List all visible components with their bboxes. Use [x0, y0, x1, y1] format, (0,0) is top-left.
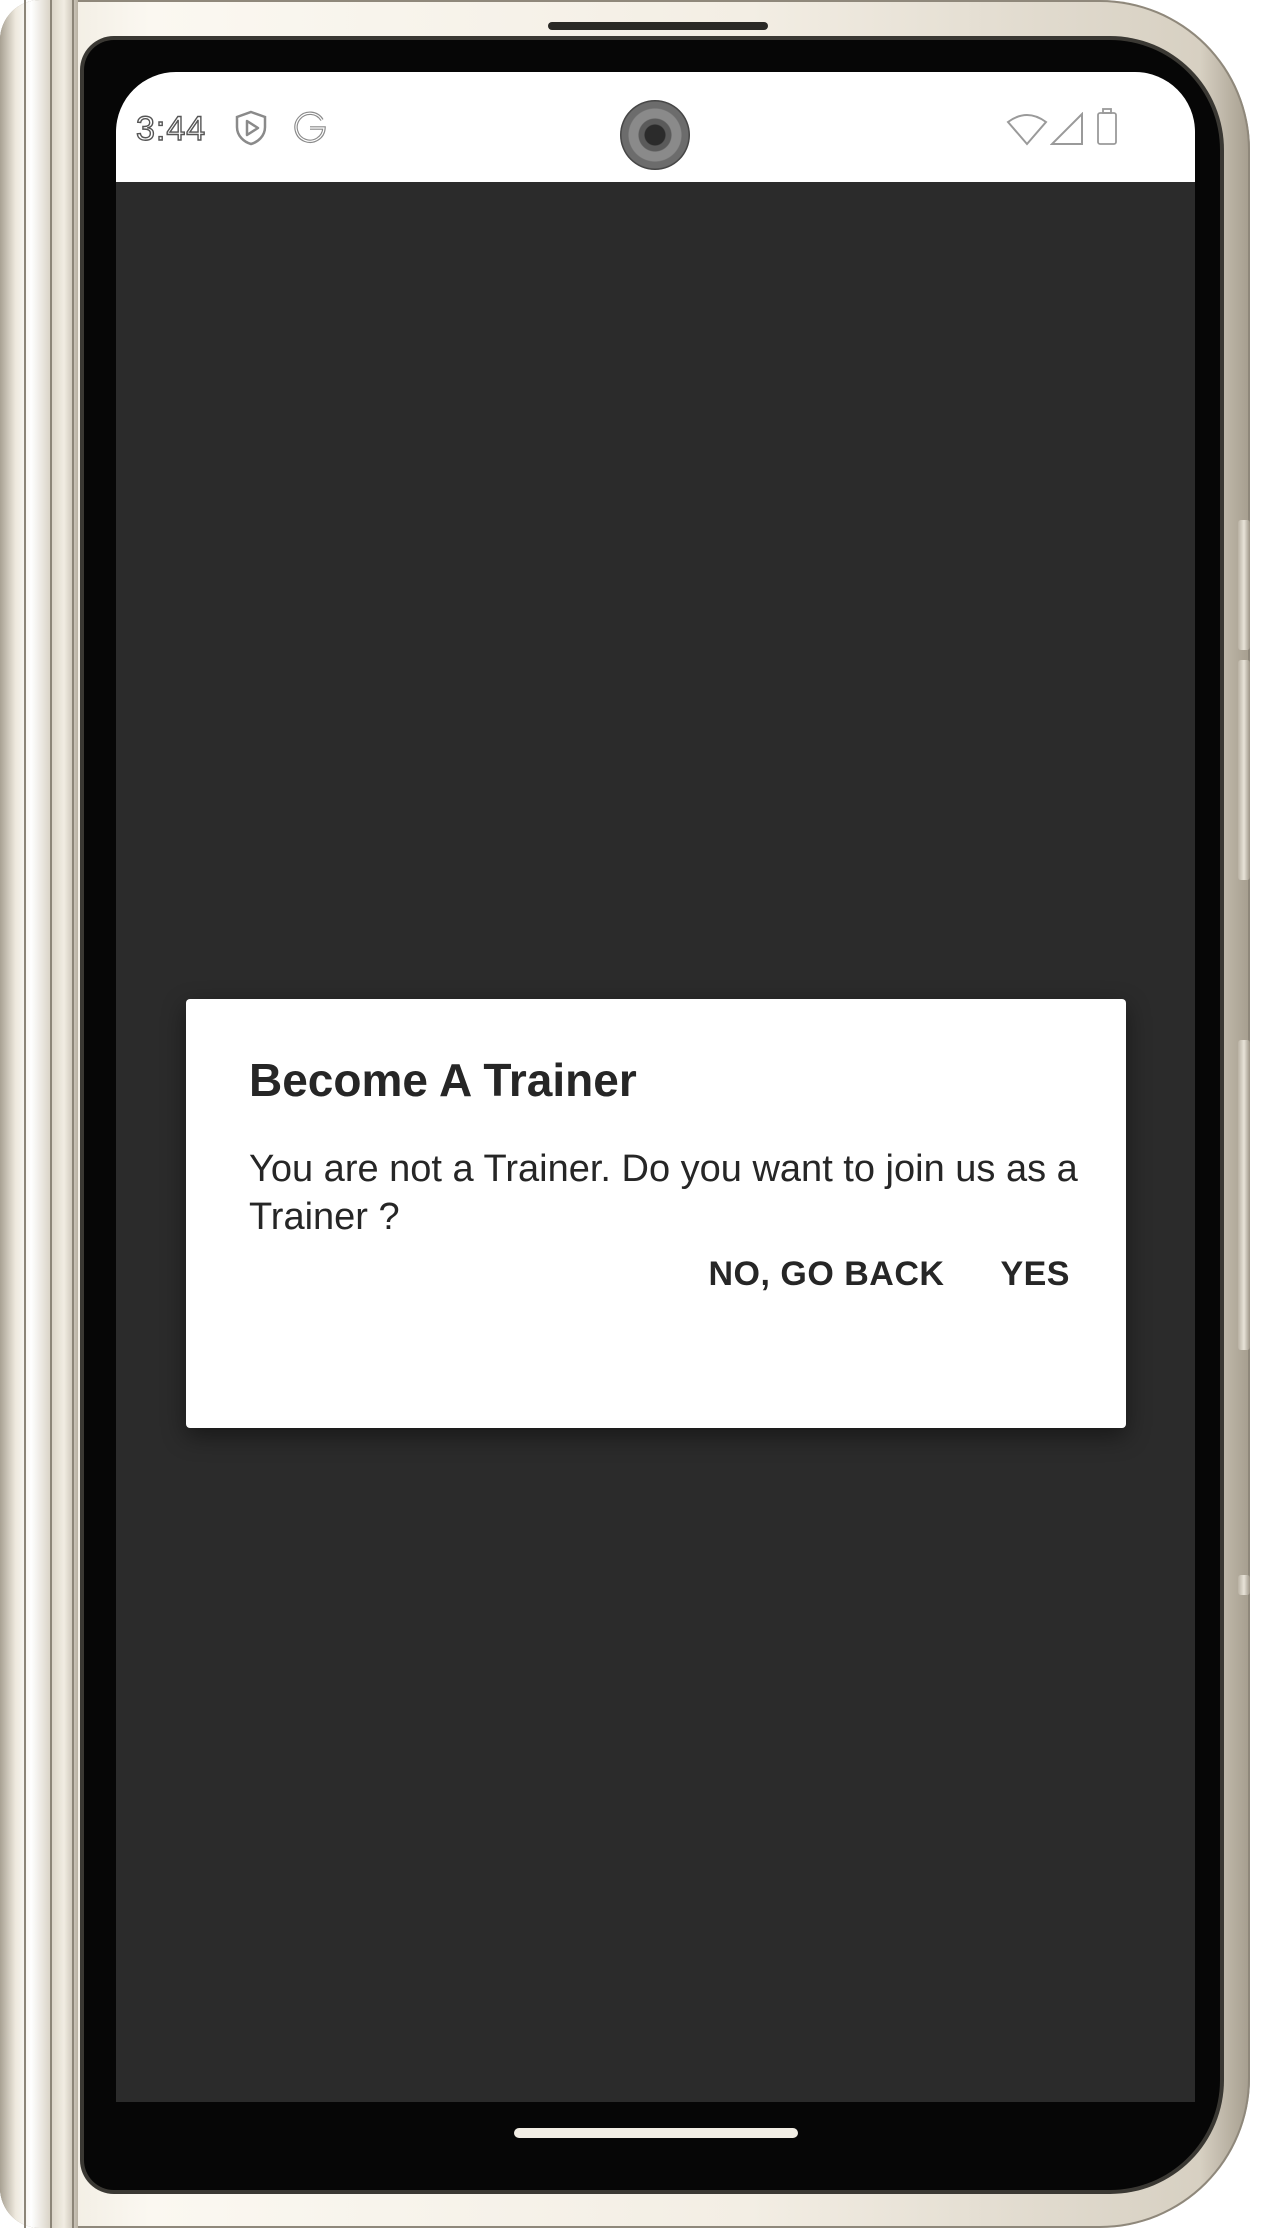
google-icon	[292, 110, 328, 151]
gesture-nav-handle[interactable]	[514, 2128, 798, 2138]
volume-rocker	[1238, 660, 1250, 880]
battery-icon	[1096, 108, 1118, 151]
no-go-back-button[interactable]: NO, GO BACK	[693, 1231, 961, 1318]
hinge-line	[50, 0, 52, 2228]
status-bar: 3:44	[116, 72, 1195, 182]
status-time: 3:44	[135, 109, 207, 148]
hinge-line	[24, 0, 26, 2228]
side-button-notch	[1238, 1575, 1250, 1595]
dialog-title: Become A Trainer	[249, 1054, 637, 1106]
wifi-icon	[1006, 112, 1048, 151]
app-content-area: Become A Trainer You are not a Trainer. …	[116, 182, 1195, 2102]
yes-button[interactable]: YES	[984, 1231, 1086, 1318]
cell-signal-icon	[1049, 111, 1084, 151]
become-trainer-dialog: Become A Trainer You are not a Trainer. …	[186, 999, 1126, 1428]
device-hinge	[0, 0, 78, 2228]
volume-button	[1238, 520, 1250, 650]
shield-play-icon	[234, 110, 268, 151]
phone-screen: 3:44 Become A Trainer You are not a Trai…	[116, 72, 1195, 2102]
dialog-message: You are not a Trainer. Do you want to jo…	[249, 1148, 1078, 1238]
hinge-line	[72, 0, 74, 2228]
power-button	[1238, 1040, 1250, 1350]
front-camera	[620, 100, 690, 170]
dialog-actions: NO, GO BACK YES	[693, 1231, 1087, 1318]
top-speaker-slot	[548, 22, 768, 30]
